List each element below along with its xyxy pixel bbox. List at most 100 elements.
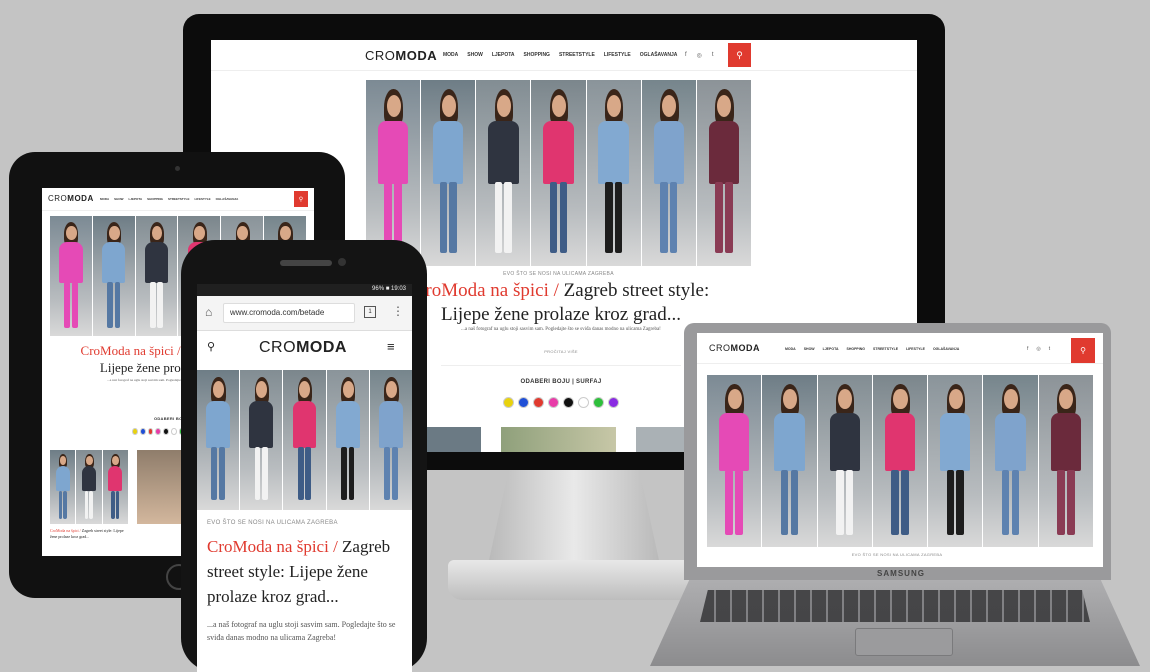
street-style-photo[interactable] [102, 450, 128, 524]
color-swatch[interactable] [503, 397, 514, 408]
nav-item-moda[interactable]: Moda [100, 197, 109, 201]
color-swatch[interactable] [563, 397, 574, 408]
overflow-menu-icon[interactable]: ⋮ [392, 304, 404, 318]
nav-item-streetstyle[interactable]: Streetstyle [559, 52, 595, 58]
site-logo[interactable]: CROMODA [709, 343, 760, 353]
thumbnail-3[interactable] [636, 427, 686, 452]
street-style-photo[interactable] [50, 216, 93, 336]
search-button[interactable]: ⚲ [1071, 338, 1095, 363]
color-swatch[interactable] [155, 428, 161, 435]
instagram-icon[interactable]: ◎ [1036, 346, 1040, 352]
nav-item-show[interactable]: Show [804, 347, 815, 351]
nav-item-ljepota[interactable]: Ljepota [492, 52, 515, 58]
street-style-photo[interactable] [707, 375, 763, 547]
nav-item-shopping[interactable]: Shopping [524, 52, 550, 58]
color-swatch[interactable] [139, 428, 146, 435]
street-style-photo[interactable] [240, 370, 284, 510]
search-button[interactable]: ⚲ [728, 43, 751, 67]
figure-top [292, 400, 317, 449]
mobile-site: 96% ■ 19:03 ⌂ www.cromoda.com/betade 1 ⋮… [197, 284, 412, 672]
nav-item-oglasavanja[interactable]: Oglašavanja [216, 197, 239, 201]
color-swatch[interactable] [578, 397, 589, 408]
color-swatch[interactable] [132, 428, 138, 435]
street-style-photo[interactable] [421, 80, 477, 266]
street-style-photo[interactable] [366, 80, 422, 266]
thumbnail-2[interactable] [501, 427, 616, 452]
nav-item-moda[interactable]: Moda [443, 52, 458, 58]
article-headline[interactable]: CroModa na špici / Zagreb street style: … [207, 534, 405, 609]
twitter-icon[interactable]: t [1049, 346, 1050, 352]
street-style-photo[interactable] [283, 370, 327, 510]
site-logo[interactable]: CROMODA [365, 48, 437, 63]
facebook-icon[interactable]: f [685, 52, 687, 59]
street-style-photo[interactable] [326, 370, 370, 510]
street-style-photo[interactable] [369, 370, 412, 510]
hero-photo-strip[interactable] [366, 80, 751, 266]
street-style-photo[interactable] [817, 375, 873, 547]
tabs-button[interactable]: 1 [364, 306, 376, 318]
nav-item-moda[interactable]: Moda [785, 347, 796, 351]
street-style-photo[interactable] [586, 80, 642, 266]
street-style-photo[interactable] [76, 450, 103, 524]
nav-item-lifestyle[interactable]: Lifestyle [195, 197, 211, 201]
street-style-photo[interactable] [50, 450, 77, 524]
street-style-photo[interactable] [1038, 375, 1093, 547]
instagram-icon[interactable]: ◎ [697, 52, 702, 59]
street-style-photo[interactable] [135, 216, 179, 336]
nav-item-show[interactable]: Show [467, 52, 483, 58]
nav-item-oglasavanja[interactable]: Oglašavanja [640, 52, 678, 58]
site-logo[interactable]: CROMODA [259, 339, 347, 357]
street-style-photo[interactable] [696, 80, 751, 266]
street-style-photo[interactable] [197, 370, 241, 510]
twitter-icon[interactable]: t [712, 52, 714, 59]
street-style-photo[interactable] [531, 80, 587, 266]
figure-leg [891, 469, 899, 535]
main-nav: Moda Show Ljepota Shopping Streetstyle L… [785, 347, 959, 351]
color-swatch[interactable] [170, 428, 177, 435]
color-swatch[interactable] [608, 397, 619, 408]
read-more-link[interactable]: Pročitaj više [511, 349, 611, 354]
street-style-photo[interactable] [928, 375, 984, 547]
nav-item-lifestyle[interactable]: Lifestyle [604, 52, 631, 58]
related-headline-1[interactable]: CroModa na špici / Zagreb street style: … [50, 528, 130, 540]
color-swatch[interactable] [147, 428, 154, 435]
figure-leg [1066, 469, 1075, 535]
figure-leg [218, 447, 225, 501]
home-icon[interactable]: ⌂ [205, 305, 212, 319]
figure-head [213, 381, 224, 398]
nav-item-ljepota[interactable]: Ljepota [129, 197, 143, 201]
nav-item-oglasavanja[interactable]: Oglašavanja [933, 347, 959, 351]
color-swatch[interactable] [593, 397, 604, 408]
street-style-photo[interactable] [641, 80, 697, 266]
nav-item-shopping[interactable]: Shopping [846, 347, 864, 351]
nav-item-shopping[interactable]: Shopping [147, 197, 163, 201]
figure-top [940, 412, 971, 472]
street-style-photo[interactable] [476, 80, 532, 266]
article-headline[interactable]: CroModa na špici / Zagreb street style: … [391, 279, 731, 327]
figure-leg [724, 182, 733, 253]
hamburger-menu-icon[interactable]: ≡ [387, 339, 395, 354]
nav-item-lifestyle[interactable]: Lifestyle [906, 347, 925, 351]
nav-item-streetstyle[interactable]: Streetstyle [168, 197, 190, 201]
search-icon[interactable]: ⚲ [207, 340, 215, 353]
facebook-icon[interactable]: f [1027, 346, 1028, 352]
color-swatch[interactable] [163, 428, 169, 435]
thumbnail-1[interactable] [426, 427, 481, 452]
street-style-photo[interactable] [983, 375, 1039, 547]
figure-leg [149, 282, 156, 328]
nav-item-ljepota[interactable]: Ljepota [823, 347, 839, 351]
nav-item-streetstyle[interactable]: Streetstyle [873, 347, 898, 351]
search-button[interactable]: ⚲ [294, 191, 308, 207]
street-style-photo[interactable] [872, 375, 929, 547]
color-swatch[interactable] [518, 397, 529, 408]
hero-photo-strip[interactable] [197, 370, 412, 510]
color-swatch[interactable] [533, 397, 544, 408]
address-bar[interactable]: www.cromoda.com/betade [223, 303, 355, 323]
color-swatch[interactable] [548, 397, 559, 408]
nav-item-show[interactable]: Show [114, 197, 123, 201]
related-thumbnail-1[interactable] [50, 450, 128, 524]
site-logo[interactable]: CROMODA [48, 194, 94, 203]
street-style-photo[interactable] [92, 216, 136, 336]
hero-photo-strip[interactable] [707, 375, 1093, 547]
street-style-photo[interactable] [762, 375, 818, 547]
